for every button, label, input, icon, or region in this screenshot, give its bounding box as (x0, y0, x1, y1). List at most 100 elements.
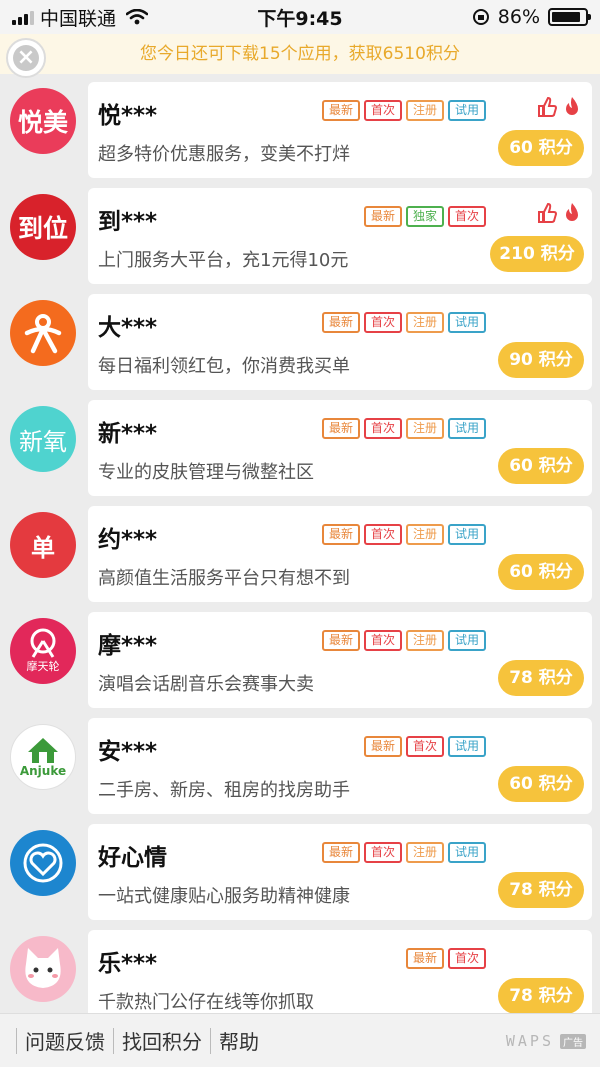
tag-register: 注册 (406, 418, 444, 439)
list-item[interactable]: 到位 到*** 最新 独家 首次 上门服务大平台，充1元得10元 210 积分 (0, 186, 600, 292)
tag-trial: 试用 (448, 100, 486, 121)
tag-group: 最新 首次 注册 试用 (322, 842, 486, 863)
tag-trial: 试用 (448, 630, 486, 651)
thumbs-up-icon (538, 202, 558, 223)
app-icon (10, 830, 76, 896)
app-icon: Anjuke (10, 724, 76, 790)
ad-badge: 广告 (560, 1033, 586, 1049)
list-item[interactable]: 单 约*** 最新 首次 注册 试用 高颜值生活服务平台只有想不到 60 积分 (0, 504, 600, 610)
tag-first: 首次 (448, 948, 486, 969)
app-card[interactable]: 乐*** 最新 首次 千款热门公仔在线等你抓取 78 积分 (88, 930, 592, 1026)
app-description: 专业的皮肤管理与微整社区 (98, 462, 314, 483)
points-button[interactable]: 60 积分 (498, 766, 584, 802)
points-button[interactable]: 60 积分 (498, 554, 584, 590)
tag-first: 首次 (364, 418, 402, 439)
app-icon (10, 300, 76, 366)
carrier-label: 中国联通 (40, 7, 117, 30)
list-item[interactable]: 悦美 悦*** 最新 首次 注册 试用 超多特价优惠服务，变美不打烊 60 积分 (0, 80, 600, 186)
close-button[interactable]: × (6, 38, 46, 78)
app-icon: 到位 (10, 194, 76, 260)
bottom-bar: 问题反馈 找回积分 帮助 WAPS 广告 (0, 1013, 600, 1067)
points-button[interactable]: 78 积分 (498, 872, 584, 908)
tag-new: 最新 (322, 524, 360, 545)
tag-group: 最新 首次 注册 试用 (322, 524, 486, 545)
app-description: 千款热门公仔在线等你抓取 (98, 992, 314, 1013)
tag-new: 最新 (322, 312, 360, 333)
app-name: 新*** (98, 421, 158, 447)
app-name: 到*** (98, 209, 158, 235)
list-item[interactable]: 新氧 新*** 最新 首次 注册 试用 专业的皮肤管理与微整社区 60 积分 (0, 398, 600, 504)
app-card[interactable]: 新*** 最新 首次 注册 试用 专业的皮肤管理与微整社区 60 积分 (88, 400, 592, 496)
tag-group: 最新 首次 (406, 948, 486, 969)
app-name: 悦*** (98, 103, 158, 129)
tag-first: 首次 (364, 524, 402, 545)
tag-trial: 试用 (448, 524, 486, 545)
list-item[interactable]: 好心情 最新 首次 注册 试用 一站式健康贴心服务助精神健康 78 积分 (0, 822, 600, 928)
app-description: 上门服务大平台，充1元得10元 (98, 250, 349, 271)
app-name: 大*** (98, 315, 158, 341)
points-button[interactable]: 90 积分 (498, 342, 584, 378)
tag-first: 首次 (406, 736, 444, 757)
points-button[interactable]: 60 积分 (498, 448, 584, 484)
tag-first: 首次 (364, 842, 402, 863)
cat-mascot-icon (25, 948, 61, 988)
close-icon: × (13, 45, 39, 71)
points-button[interactable]: 210 积分 (490, 236, 584, 272)
points-button[interactable]: 78 积分 (498, 660, 584, 696)
app-description: 每日福利领红包，你消费我买单 (98, 356, 350, 377)
app-name: 安*** (98, 739, 158, 765)
tag-trial: 试用 (448, 842, 486, 863)
signal-icon (12, 9, 34, 25)
tag-group: 最新 独家 首次 (364, 206, 486, 227)
divider (16, 1027, 17, 1054)
tag-exclusive: 独家 (406, 206, 444, 227)
tag-group: 最新 首次 试用 (364, 736, 486, 757)
notice-banner: 您今日还可下载15个应用，获取6510积分 (0, 34, 600, 74)
app-card[interactable]: 到*** 最新 独家 首次 上门服务大平台，充1元得10元 210 积分 (88, 188, 592, 284)
list-item[interactable]: 大*** 最新 首次 注册 试用 每日福利领红包，你消费我买单 90 积分 (0, 292, 600, 398)
app-icon: 摩天轮 (10, 618, 76, 684)
app-name: 乐*** (98, 951, 158, 977)
tag-trial: 试用 (448, 312, 486, 333)
tag-new: 最新 (364, 206, 402, 227)
tag-new: 最新 (322, 100, 360, 121)
divider (210, 1027, 211, 1054)
tag-group: 最新 首次 注册 试用 (322, 100, 486, 121)
tag-group: 最新 首次 注册 试用 (322, 630, 486, 651)
help-link[interactable]: 帮助 (219, 1026, 259, 1055)
battery-icon (548, 8, 591, 26)
app-card[interactable]: 大*** 最新 首次 注册 试用 每日福利领红包，你消费我买单 90 积分 (88, 294, 592, 390)
tag-first: 首次 (364, 312, 402, 333)
flame-icon (566, 203, 578, 221)
tag-new: 最新 (406, 948, 444, 969)
dianping-person-icon (24, 314, 62, 354)
tag-new: 最新 (322, 630, 360, 651)
tag-new: 最新 (364, 736, 402, 757)
app-card[interactable]: 安*** 最新 首次 试用 二手房、新房、租房的找房助手 60 积分 (88, 718, 592, 814)
tag-new: 最新 (322, 842, 360, 863)
app-card[interactable]: 好心情 最新 首次 注册 试用 一站式健康贴心服务助精神健康 78 积分 (88, 824, 592, 920)
recover-points-link[interactable]: 找回积分 (122, 1026, 202, 1055)
app-card[interactable]: 约*** 最新 首次 注册 试用 高颜值生活服务平台只有想不到 60 积分 (88, 506, 592, 602)
app-description: 二手房、新房、租房的找房助手 (98, 780, 350, 801)
app-name: 好心情 (98, 845, 167, 871)
points-button[interactable]: 60 积分 (498, 130, 584, 166)
points-button[interactable]: 78 积分 (498, 978, 584, 1014)
app-icon: 悦美 (10, 88, 76, 154)
feedback-link[interactable]: 问题反馈 (25, 1026, 105, 1055)
flame-icon (566, 97, 578, 115)
wifi-icon (126, 9, 149, 25)
tag-first: 首次 (448, 206, 486, 227)
tag-group: 最新 首次 注册 试用 (322, 418, 486, 439)
thumbs-up-icon (538, 96, 558, 117)
app-card[interactable]: 悦*** 最新 首次 注册 试用 超多特价优惠服务，变美不打烊 60 积分 (88, 82, 592, 178)
list-item[interactable]: Anjuke 安*** 最新 首次 试用 二手房、新房、租房的找房助手 60 积… (0, 716, 600, 822)
tag-register: 注册 (406, 100, 444, 121)
clock: 下午9:45 (257, 7, 343, 30)
tag-register: 注册 (406, 842, 444, 863)
app-description: 一站式健康贴心服务助精神健康 (98, 886, 350, 907)
app-card[interactable]: 摩*** 最新 首次 注册 试用 演唱会话剧音乐会赛事大卖 78 积分 (88, 612, 592, 708)
ferris-wheel-icon (30, 628, 56, 658)
status-bar: 中国联通 下午9:45 86% (0, 0, 600, 34)
list-item[interactable]: 摩天轮 摩*** 最新 首次 注册 试用 演唱会话剧音乐会赛事大卖 78 积分 (0, 610, 600, 716)
